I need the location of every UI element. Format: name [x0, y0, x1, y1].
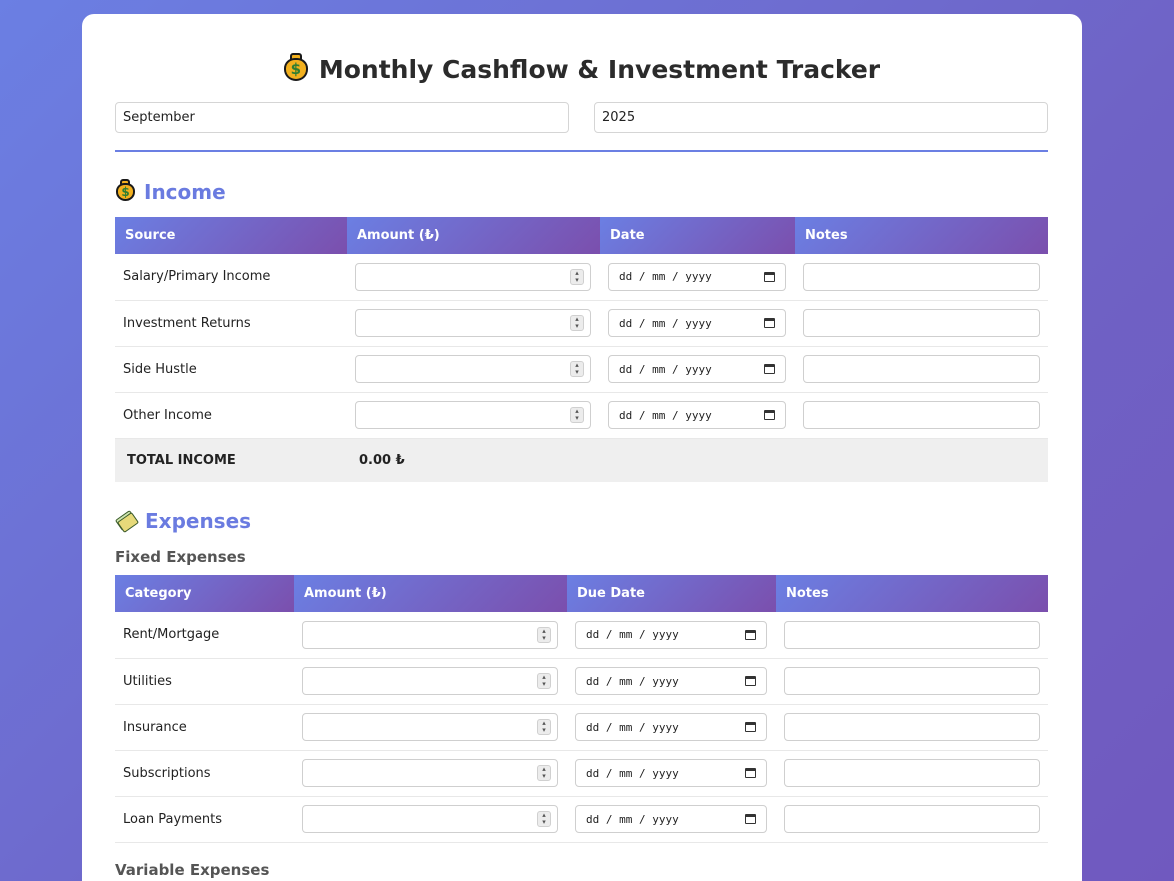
amount-input[interactable]: ▴ ▾ [355, 309, 591, 337]
amount-input[interactable]: ▴ ▾ [355, 401, 591, 429]
date-input[interactable]: dd / mm / yyyy [608, 401, 786, 429]
amount-input[interactable]: ▴ ▾ [302, 667, 558, 695]
calendar-icon[interactable] [764, 318, 775, 328]
calendar-icon[interactable] [745, 676, 756, 686]
notes-input[interactable] [803, 355, 1040, 383]
table-row: Insurance ▴ ▾ dd / mm / yyyy [115, 704, 1048, 751]
date-input[interactable]: dd / mm / yyyy [608, 309, 786, 337]
period-row: September 2025 [115, 102, 1048, 133]
table-row: Investment Returns ▴ ▾ dd / mm / yyyy [115, 300, 1048, 347]
income-source: Investment Returns [115, 300, 347, 347]
due-date-input[interactable]: dd / mm / yyyy [575, 713, 767, 741]
spinner-icon[interactable]: ▴ ▾ [570, 315, 584, 331]
expense-category: Loan Payments [115, 796, 294, 843]
total-income-row: TOTAL INCOME 0.00 ₺ [115, 438, 1048, 482]
expense-category: Insurance [115, 704, 294, 751]
variable-expenses-title: Variable Expenses [115, 860, 270, 879]
header-divider [115, 150, 1048, 152]
notes-input[interactable] [803, 401, 1040, 429]
notes-input[interactable] [784, 805, 1040, 833]
column-header: Notes [776, 575, 1048, 612]
notes-input[interactable] [803, 262, 1040, 291]
calendar-icon[interactable] [745, 722, 756, 732]
income-table: Source Amount (₺) Date Notes Salary/Prim… [115, 217, 1048, 482]
spinner-icon[interactable]: ▴ ▾ [570, 361, 584, 377]
column-header: Category [115, 575, 294, 612]
column-header: Source [115, 217, 347, 254]
table-row: Loan Payments ▴ ▾ dd / mm / yyyy [115, 796, 1048, 843]
calendar-icon[interactable] [764, 410, 775, 420]
due-date-input[interactable]: dd / mm / yyyy [575, 620, 767, 649]
amount-input[interactable]: ▴ ▾ [302, 759, 558, 787]
amount-input[interactable]: ▴ ▾ [302, 713, 558, 741]
column-header: Date [600, 217, 795, 254]
expense-category: Rent/Mortgage [115, 612, 294, 659]
expenses-section-title: Expenses [114, 506, 1048, 536]
table-row: Subscriptions ▴ ▾ dd / mm / yyyy [115, 750, 1048, 797]
fixed-expenses-title: Fixed Expenses [115, 548, 246, 566]
month-input[interactable]: September [115, 102, 569, 133]
spinner-icon[interactable]: ▴ ▾ [537, 673, 551, 689]
notes-input[interactable] [784, 713, 1040, 741]
column-header: Amount (₺) [347, 217, 600, 254]
expense-category: Utilities [115, 658, 294, 705]
column-header: Notes [795, 217, 1048, 254]
notes-input[interactable] [784, 759, 1040, 787]
calendar-icon[interactable] [745, 629, 756, 640]
table-row: Utilities ▴ ▾ dd / mm / yyyy [115, 658, 1048, 705]
expense-category: Subscriptions [115, 750, 294, 797]
income-source: Side Hustle [115, 346, 347, 393]
column-header: Amount (₺) [294, 575, 567, 612]
table-row: Rent/Mortgage ▴ ▾ dd / mm / yyyy [115, 612, 1048, 659]
spinner-icon[interactable]: ▴ ▾ [570, 407, 584, 423]
table-row: Salary/Primary Income ▴ ▾ dd / mm / yyyy [115, 254, 1048, 301]
calendar-icon[interactable] [745, 814, 756, 824]
notes-input[interactable] [784, 667, 1040, 695]
calendar-icon[interactable] [764, 271, 775, 282]
total-income-value: 0.00 ₺ [347, 438, 600, 482]
notes-input[interactable] [784, 620, 1040, 649]
income-source: Salary/Primary Income [115, 254, 347, 301]
income-section-title: $ Income [115, 177, 1048, 207]
spinner-icon[interactable]: ▴ ▾ [537, 811, 551, 827]
year-input[interactable]: 2025 [594, 102, 1048, 133]
calendar-icon[interactable] [745, 768, 756, 778]
spinner-icon[interactable]: ▴ ▾ [537, 765, 551, 781]
amount-input[interactable]: ▴ ▾ [355, 355, 591, 383]
due-date-input[interactable]: dd / mm / yyyy [575, 759, 767, 787]
page-title: $ Monthly Cashflow & Investment Tracker [115, 50, 1048, 90]
total-income-label: TOTAL INCOME [115, 438, 347, 482]
spinner-icon[interactable]: ▴ ▾ [537, 626, 551, 643]
column-header: Due Date [567, 575, 776, 612]
notes-input[interactable] [803, 309, 1040, 337]
amount-input[interactable]: ▴ ▾ [302, 620, 558, 649]
due-date-input[interactable]: dd / mm / yyyy [575, 805, 767, 833]
money-bag-icon: $ [115, 178, 136, 202]
table-row: Side Hustle ▴ ▾ dd / mm / yyyy [115, 346, 1048, 393]
amount-input[interactable]: ▴ ▾ [302, 805, 558, 833]
money-bag-icon: $ [283, 52, 309, 82]
calendar-icon[interactable] [764, 364, 775, 374]
fixed-expenses-table: Category Amount (₺) Due Date Notes Rent/… [115, 575, 1048, 843]
date-input[interactable]: dd / mm / yyyy [608, 355, 786, 383]
table-row: Other Income ▴ ▾ dd / mm / yyyy [115, 392, 1048, 439]
due-date-input[interactable]: dd / mm / yyyy [575, 667, 767, 695]
income-source: Other Income [115, 392, 347, 439]
money-with-wings-icon [114, 509, 140, 533]
amount-input[interactable]: ▴ ▾ [355, 262, 591, 291]
tracker-card: $ Monthly Cashflow & Investment Tracker S… [82, 14, 1082, 881]
date-input[interactable]: dd / mm / yyyy [608, 262, 786, 291]
income-header-row: Source Amount (₺) Date Notes [115, 217, 1048, 254]
expenses-header-row: Category Amount (₺) Due Date Notes [115, 575, 1048, 612]
spinner-icon[interactable]: ▴ ▾ [537, 719, 551, 735]
spinner-icon[interactable]: ▴ ▾ [570, 268, 584, 285]
